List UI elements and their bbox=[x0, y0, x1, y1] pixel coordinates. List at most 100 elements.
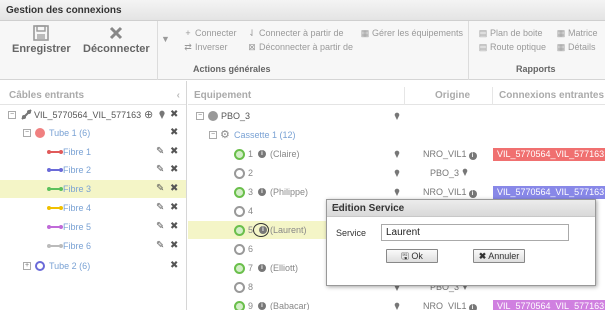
disconnect-from-button[interactable]: ⊠ Déconnecter à partir de bbox=[247, 42, 353, 53]
incoming-cables-title: Câbles entrants bbox=[9, 90, 85, 101]
cancel-button[interactable]: ✖ Annuler bbox=[473, 249, 525, 263]
dialog-titlebar[interactable]: Edition Service — bbox=[327, 200, 595, 217]
port-row[interactable]: 9 i (Babacar) NRO_VIL1 i VIL_5770564_VIL_… bbox=[188, 297, 605, 310]
ok-button[interactable]: 🖫 Ok bbox=[386, 249, 438, 263]
delete-icon[interactable]: ✖ bbox=[170, 106, 178, 124]
info-icon[interactable]: i bbox=[258, 188, 266, 196]
fiber-row[interactable]: Fibre 5 ✎ ✖ bbox=[0, 218, 186, 236]
delete-icon[interactable]: ✖ bbox=[170, 218, 178, 236]
optical-route-button[interactable]: ▤ Route optique bbox=[478, 42, 546, 53]
connection-badge[interactable]: VIL_5770564_VIL_577163 bbox=[493, 300, 605, 310]
fiber-row[interactable]: Fibre 4 ✎ ✖ bbox=[0, 199, 186, 217]
connection-badge[interactable]: VIL_5770564_VIL_577163 bbox=[493, 148, 605, 161]
edit-service-dialog: Edition Service — Service 🖫 Ok ✖ Annuler bbox=[326, 199, 596, 286]
cancel-label: Annuler bbox=[488, 251, 520, 261]
port-row[interactable]: 2 PBO_3 bbox=[188, 164, 605, 182]
collapse-icon[interactable]: ‹ bbox=[177, 87, 180, 105]
fiber-label: Fibre 6 bbox=[63, 241, 92, 251]
location-pin-icon[interactable] bbox=[394, 169, 400, 177]
location-pin-icon[interactable] bbox=[462, 168, 468, 176]
edit-icon[interactable]: ✎ bbox=[156, 199, 164, 217]
edit-icon[interactable]: ✎ bbox=[156, 143, 164, 161]
connection-badge[interactable]: VIL_5770564_VIL_577163 bbox=[493, 186, 605, 199]
disconnect-button[interactable]: Déconnecter bbox=[83, 25, 150, 55]
port-row-selected[interactable]: 5 i (Laurent) bbox=[188, 221, 326, 239]
delete-icon[interactable]: ✖ bbox=[170, 161, 178, 179]
info-icon[interactable]: i bbox=[259, 226, 267, 234]
delete-icon[interactable]: ✖ bbox=[170, 143, 178, 161]
info-icon[interactable]: i bbox=[258, 264, 266, 272]
edit-icon[interactable]: ✎ bbox=[156, 180, 164, 198]
cable-label: VIL_5770564_VIL_577163 bbox=[34, 110, 142, 120]
info-icon[interactable]: i bbox=[258, 150, 266, 158]
collapse-toggle-icon[interactable]: − bbox=[196, 112, 204, 120]
add-circle-icon[interactable]: ⊕ bbox=[144, 106, 153, 124]
column-header-connections[interactable]: Connexions entrantes bbox=[493, 87, 605, 105]
collapse-toggle-icon[interactable]: − bbox=[8, 111, 16, 119]
fiber-label: Fibre 4 bbox=[63, 203, 92, 213]
port-name: (Philippe) bbox=[270, 187, 309, 197]
port-row[interactable]: 1 i (Claire) NRO_VIL1 i VIL_5770564_VIL_5… bbox=[188, 145, 605, 163]
info-icon[interactable]: i bbox=[468, 190, 477, 198]
fiber-row[interactable]: Fibre 2 ✎ ✖ bbox=[0, 161, 186, 179]
equipment-row[interactable]: − PBO_3 bbox=[188, 107, 605, 125]
tube-color-dot-icon bbox=[35, 128, 45, 138]
edit-icon[interactable]: ✎ bbox=[156, 161, 164, 179]
matrix-button[interactable]: ▦ Matrice bbox=[556, 28, 598, 39]
fiber-icon bbox=[47, 168, 63, 172]
fiber-label: Fibre 2 bbox=[63, 165, 92, 175]
details-button[interactable]: ▦ Détails bbox=[556, 42, 596, 53]
save-button[interactable]: Enregistrer bbox=[12, 25, 71, 55]
info-icon[interactable]: i bbox=[468, 152, 477, 160]
fiber-row[interactable]: Fibre 1 ✎ ✖ bbox=[0, 143, 186, 161]
column-header-equipment[interactable]: Equipement bbox=[188, 87, 405, 105]
edit-icon[interactable]: ✎ bbox=[156, 237, 164, 255]
port-origin: NRO_VIL1 i bbox=[423, 145, 477, 163]
port-status-icon bbox=[234, 301, 245, 310]
plus-icon: + bbox=[185, 28, 191, 38]
cassette-row[interactable]: − ⚙ Cassette 1 (12) bbox=[188, 126, 605, 144]
port-number: 4 bbox=[248, 206, 254, 216]
box-plan-button[interactable]: ▤ Plan de boite bbox=[478, 28, 543, 39]
tube-row[interactable]: − Tube 1 (6) ✖ bbox=[0, 124, 186, 142]
info-icon[interactable]: i bbox=[258, 302, 266, 310]
ribbon-divider bbox=[157, 21, 158, 80]
column-header-origin[interactable]: Origine bbox=[405, 87, 493, 105]
gear-icon: ⚙ bbox=[220, 129, 230, 141]
delete-icon[interactable]: ✖ bbox=[170, 237, 178, 255]
fiber-icon bbox=[47, 187, 63, 191]
tube-row[interactable]: + Tube 2 (6) ✖ bbox=[0, 257, 186, 275]
port-origin: PBO_3 bbox=[430, 164, 468, 182]
invert-label: Inverser bbox=[195, 42, 228, 52]
dropdown-chevron-button[interactable]: ▼ bbox=[161, 34, 170, 44]
location-pin-icon[interactable] bbox=[394, 302, 400, 310]
invert-button[interactable]: ⇄ Inverser bbox=[183, 42, 228, 53]
delete-icon[interactable]: ✖ bbox=[170, 199, 178, 217]
delete-icon[interactable]: ✖ bbox=[170, 180, 178, 198]
fiber-label: Fibre 3 bbox=[63, 184, 92, 194]
connect-from-button[interactable]: ⇃ Connecter à partir de bbox=[247, 28, 343, 39]
minimize-icon[interactable]: — bbox=[332, 201, 588, 213]
connect-button[interactable]: + Connecter bbox=[183, 28, 236, 38]
cable-row[interactable]: − VIL_5770564_VIL_577163 ⊕ ✖ bbox=[0, 106, 186, 124]
chevron-down-icon: ▼ bbox=[161, 34, 170, 44]
location-pin-icon[interactable] bbox=[159, 110, 165, 119]
location-pin-icon[interactable] bbox=[394, 150, 400, 158]
delete-icon[interactable]: ✖ bbox=[170, 257, 178, 275]
expand-toggle-icon[interactable]: + bbox=[23, 262, 31, 270]
location-pin-icon[interactable] bbox=[394, 112, 400, 120]
port-number: 9 bbox=[248, 301, 254, 310]
manage-equipment-button[interactable]: ▦ Gérer les équipements bbox=[360, 28, 463, 39]
fiber-row[interactable]: Fibre 6 ✎ ✖ bbox=[0, 237, 186, 255]
delete-icon[interactable]: ✖ bbox=[170, 124, 178, 142]
collapse-toggle-icon[interactable]: − bbox=[23, 129, 31, 137]
info-icon[interactable]: i bbox=[468, 304, 477, 310]
location-pin-icon[interactable] bbox=[394, 188, 400, 196]
fiber-row-selected[interactable]: Fibre 3 ✎ ✖ bbox=[0, 180, 186, 198]
service-input[interactable] bbox=[381, 224, 569, 241]
edit-icon[interactable]: ✎ bbox=[156, 218, 164, 236]
disconnect-from-label: Déconnecter à partir de bbox=[259, 42, 354, 52]
collapse-toggle-icon[interactable]: − bbox=[209, 131, 217, 139]
window-titlebar: Gestion des connexions bbox=[0, 0, 605, 21]
document-icon: ▤ bbox=[478, 28, 488, 38]
